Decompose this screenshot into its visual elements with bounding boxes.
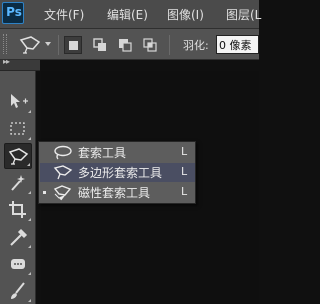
feather-input[interactable]: 0 像素 xyxy=(216,35,259,54)
tool-group-indicator xyxy=(28,110,31,113)
new-selection-button[interactable] xyxy=(64,36,82,54)
menu-edit[interactable]: 编辑(E) xyxy=(107,6,148,23)
expand-toolbox-icon: ▸▸ xyxy=(3,57,10,66)
menu-file[interactable]: 文件(F) xyxy=(44,6,84,23)
eyedropper-tool[interactable] xyxy=(4,224,32,250)
chevron-down-icon[interactable] xyxy=(45,42,51,46)
menu-image[interactable]: 图像(I) xyxy=(167,6,204,23)
magnetic-lasso-icon xyxy=(53,185,72,201)
add-selection-icon xyxy=(93,38,106,51)
photoshop-logo[interactable]: Ps xyxy=(2,2,24,24)
intersect-with-selection-button[interactable] xyxy=(141,36,159,54)
lasso-icon xyxy=(54,145,72,160)
flyout-item-shortcut: L xyxy=(181,185,188,198)
options-bar: 羽化: 0 像素 xyxy=(0,28,259,60)
subtract-from-selection-button[interactable] xyxy=(116,36,134,54)
crop-tool[interactable] xyxy=(4,197,32,223)
flyout-item-shortcut: L xyxy=(181,165,188,178)
flyout-item-label: 套索工具 xyxy=(78,146,127,160)
tool-group-indicator xyxy=(28,191,31,194)
options-divider xyxy=(58,35,59,55)
feather-label: 羽化: xyxy=(183,39,209,52)
tool-group-indicator xyxy=(28,137,31,140)
tool-group-indicator xyxy=(28,245,31,248)
tool-group-indicator xyxy=(28,272,31,275)
magic-wand-tool[interactable] xyxy=(4,170,32,196)
toolbox xyxy=(0,71,36,304)
polygonal-lasso-tool[interactable] xyxy=(4,143,32,169)
marquee-tool[interactable] xyxy=(4,116,32,142)
flyout-item-shortcut: L xyxy=(181,145,188,158)
polygonal-lasso-icon xyxy=(53,165,73,180)
current-tool-bullet xyxy=(43,191,46,194)
toolbox-header[interactable]: ▸▸ xyxy=(0,57,40,71)
new-selection-icon xyxy=(69,41,78,50)
brush-tool[interactable] xyxy=(4,278,32,304)
flyout-item-polygonal-lasso[interactable]: 多边形套索工具 L xyxy=(40,163,195,182)
subtract-selection-icon xyxy=(119,39,132,52)
polygonal-lasso-icon xyxy=(19,36,41,54)
lasso-tool-flyout: 套索工具 L 多边形套索工具 L 磁性套索工具 L xyxy=(38,141,196,204)
menu-layer[interactable]: 图层(L xyxy=(226,6,261,23)
flyout-item-label: 多边形套索工具 xyxy=(78,166,163,180)
options-divider xyxy=(169,35,170,55)
flyout-item-magnetic-lasso[interactable]: 磁性套索工具 L xyxy=(40,183,195,202)
intersect-selection-icon xyxy=(143,38,157,52)
spot-healing-tool[interactable] xyxy=(4,251,32,277)
options-bar-grip[interactable] xyxy=(3,34,7,54)
move-tool[interactable] xyxy=(4,89,32,115)
tool-group-indicator xyxy=(28,218,31,221)
add-to-selection-button[interactable] xyxy=(91,36,109,54)
menu-bar: Ps 文件(F) 编辑(E) 图像(I) 图层(L xyxy=(0,0,261,28)
tool-preset-picker[interactable] xyxy=(18,34,44,56)
tool-group-indicator xyxy=(28,299,31,302)
polygonal-lasso-icon xyxy=(8,148,29,165)
tool-group-indicator xyxy=(27,163,30,166)
logo-text: Ps xyxy=(6,5,22,19)
flyout-item-label: 磁性套索工具 xyxy=(78,186,151,200)
flyout-item-lasso[interactable]: 套索工具 L xyxy=(40,143,195,162)
